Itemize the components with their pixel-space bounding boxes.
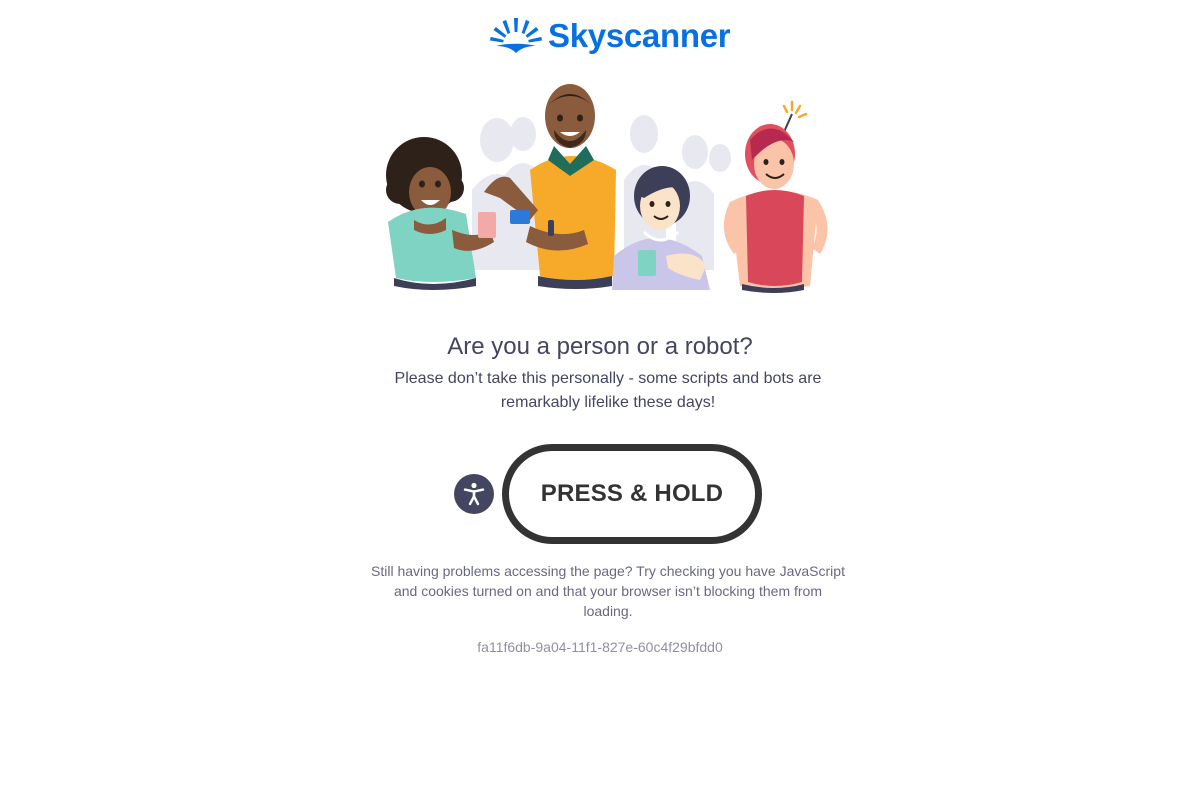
accessibility-button[interactable] <box>454 474 494 514</box>
press-and-hold-label: PRESS & HOLD <box>540 480 724 507</box>
page-subtitle: Please don’t take this personally - some… <box>394 370 822 411</box>
reference-id: fa11f6db-9a04-11f1-827e-60c4f29bfdd0 <box>477 639 723 655</box>
page-title: Are you a person or a robot? <box>447 333 753 360</box>
accessibility-icon <box>463 482 485 506</box>
captcha-page: Skyscanner Are you a person or a robot? … <box>0 0 1200 800</box>
people-illustration <box>386 84 828 293</box>
skyscanner-logo: Skyscanner <box>490 14 731 58</box>
press-and-hold-button[interactable]: PRESS & HOLD <box>502 444 762 544</box>
help-text: Still having problems accessing the page… <box>371 563 845 619</box>
sunrise-logo-icon <box>490 18 542 53</box>
brand-wordmark: Skyscanner <box>548 17 731 54</box>
